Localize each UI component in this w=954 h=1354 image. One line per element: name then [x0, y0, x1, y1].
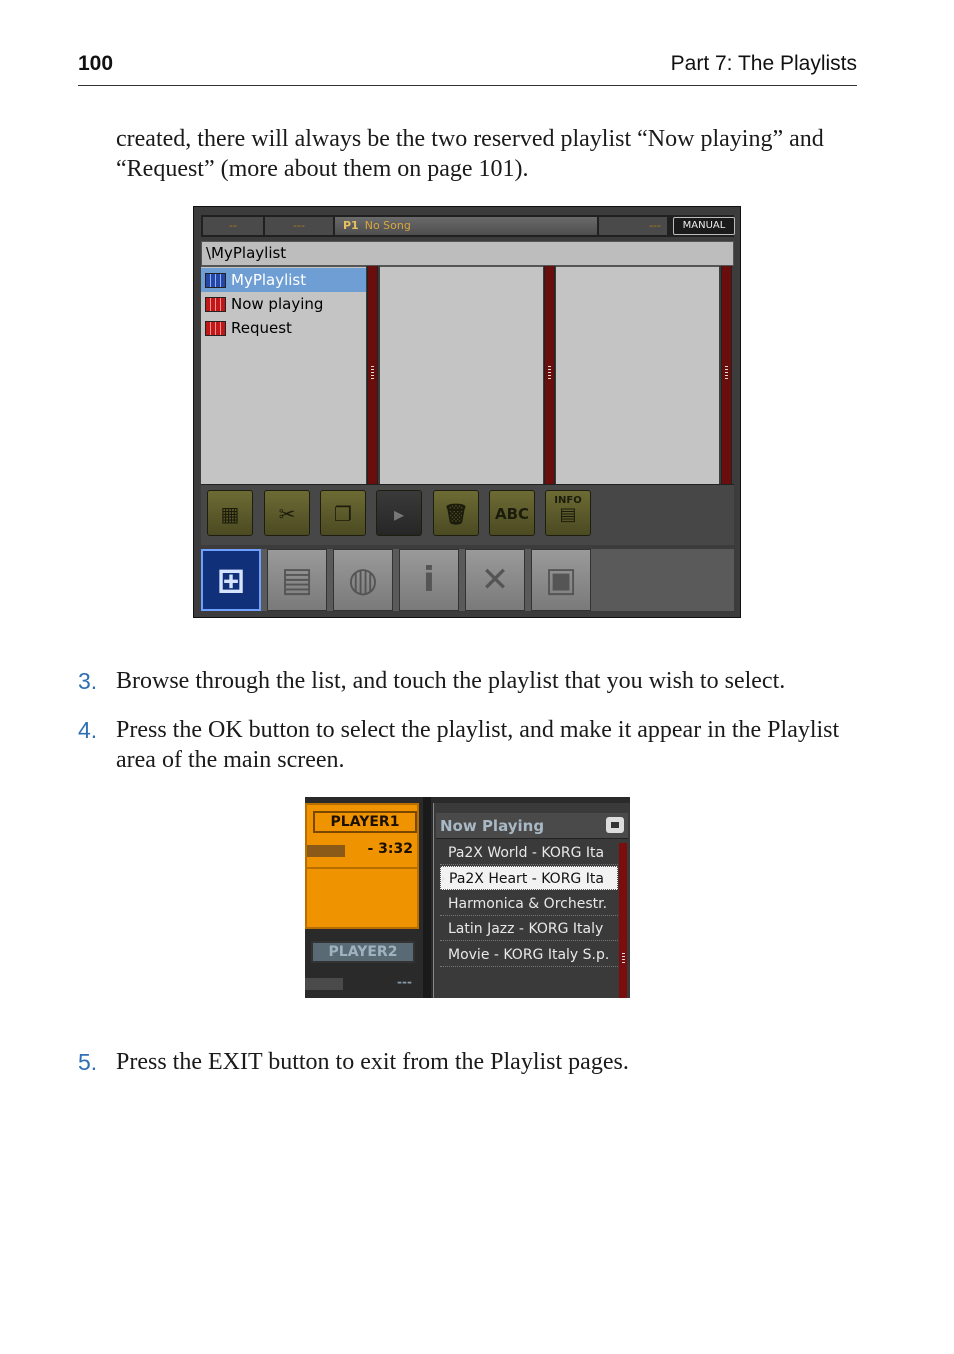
- step-text: Browse through the list, and touch the p…: [116, 668, 786, 694]
- scrollbar[interactable]: [619, 843, 627, 998]
- song-row[interactable]: Movie - KORG Italy S.p.: [440, 943, 618, 967]
- playlist-icon: [205, 273, 226, 288]
- step-number: 4.: [78, 717, 98, 743]
- list-pane-3: [556, 266, 719, 485]
- info-tab[interactable]: i: [399, 549, 459, 611]
- song-row[interactable]: Harmonica & Orchestr.: [440, 892, 618, 916]
- song-row[interactable]: Latin Jazz - KORG Italy: [440, 917, 618, 941]
- song-row[interactable]: Pa2X World - KORG Ita: [440, 841, 618, 865]
- paste-button[interactable]: ▸: [376, 490, 422, 536]
- new-playlist-button[interactable]: ▦: [207, 490, 253, 536]
- scrollbar[interactable]: [721, 266, 732, 484]
- delete-button[interactable]: 🗑: [433, 490, 479, 536]
- step-text: Press the EXIT button to exit from the P…: [116, 1049, 629, 1075]
- now-playing-panel: Now Playing Pa2X World - KORG Ita › Pa2X …: [433, 803, 630, 998]
- player1-time: - 3:32: [367, 841, 413, 857]
- current-song: P1 No Song: [335, 217, 597, 235]
- selection-arrow-icon: ›: [441, 872, 446, 885]
- playlist-screen: -- --- P1 No Song --- MANUAL \MyPlaylist …: [193, 206, 741, 618]
- rename-button[interactable]: ABC: [489, 490, 535, 536]
- list-icon: ▤: [280, 560, 314, 600]
- list-item[interactable]: Now playing: [201, 292, 366, 316]
- step-number: 5.: [78, 1049, 98, 1075]
- status-bar: -- --- P1 No Song --- MANUAL: [201, 215, 735, 237]
- player2-label[interactable]: PLAYER2: [311, 941, 415, 963]
- page-nav-bar: ⊞ ▤ ◍ i ✕ ▣: [201, 549, 734, 611]
- status-seg-right: ---: [599, 217, 667, 235]
- now-playing-header: Now Playing: [436, 813, 628, 839]
- manual-mode-button[interactable]: MANUAL: [673, 217, 735, 235]
- copy-button[interactable]: ❐: [320, 490, 366, 536]
- song-name: No Song: [364, 219, 411, 232]
- song-row-selected[interactable]: › Pa2X Heart - KORG Ita: [440, 866, 618, 890]
- info-button[interactable]: INFO ▤: [545, 490, 591, 536]
- scrollbar[interactable]: [367, 266, 378, 484]
- section-title: Part 7: The Playlists: [670, 52, 857, 75]
- tools-tab[interactable]: ✕: [465, 549, 525, 611]
- player1-label[interactable]: PLAYER1: [313, 811, 417, 833]
- song-title: Pa2X Heart - KORG Ita: [449, 871, 604, 887]
- player1-divider: [307, 867, 417, 869]
- status-seg-a: --: [203, 217, 263, 235]
- tools-icon: ✕: [480, 560, 510, 600]
- trash-icon: 🗑: [443, 502, 469, 526]
- panel-divider: [423, 797, 431, 998]
- scrollbar[interactable]: [544, 266, 555, 484]
- status-seg-b: ---: [265, 217, 333, 235]
- player2-time: ---: [397, 975, 412, 989]
- list-item-label: Now playing: [231, 295, 324, 313]
- player-id: P1: [343, 219, 359, 232]
- playlist-tree-icon: ⊞: [216, 561, 246, 601]
- globe-tab[interactable]: ◍: [333, 549, 393, 611]
- list-pane-2: [380, 266, 543, 485]
- list-item[interactable]: MyPlaylist: [201, 268, 366, 292]
- scissors-icon: ✂: [278, 502, 296, 526]
- playlist-icon: [205, 321, 226, 336]
- info-icon: i: [423, 560, 435, 600]
- list-icon: ▤: [559, 504, 577, 525]
- step-number: 3.: [78, 668, 98, 694]
- page-number: 100: [78, 52, 114, 75]
- menu-icon[interactable]: [606, 817, 624, 833]
- paste-icon: ▸: [393, 502, 405, 526]
- list-item-label: Request: [231, 319, 292, 337]
- header-rule: [78, 85, 857, 86]
- playlist-icon: [205, 297, 226, 312]
- main-screen-playlist-area: PLAYER1 - 3:32 PLAYER2 --- Now Playing P…: [305, 797, 630, 998]
- player1-progress: [307, 845, 345, 857]
- path-bar: \MyPlaylist: [201, 241, 734, 266]
- list-pane-1: MyPlaylist Now playing Request: [201, 266, 366, 485]
- abc-label: ABC: [494, 505, 530, 523]
- list-item-label: MyPlaylist: [231, 271, 307, 289]
- save-tab[interactable]: ▣: [531, 549, 591, 611]
- player1-panel: PLAYER1 - 3:32: [305, 803, 419, 929]
- playlist-tab[interactable]: ⊞: [201, 549, 261, 611]
- globe-icon: ◍: [348, 560, 378, 600]
- floppy-icon: ▣: [544, 560, 578, 600]
- cut-button[interactable]: ✂: [264, 490, 310, 536]
- new-folder-icon: ▦: [220, 502, 240, 526]
- action-toolbar: ▦ ✂ ❐ ▸ 🗑 ABC INFO ▤: [201, 484, 734, 545]
- song-list-tab[interactable]: ▤: [267, 549, 327, 611]
- now-playing-title: Now Playing: [440, 817, 545, 835]
- intro-paragraph: created, there will always be the two re…: [116, 126, 824, 182]
- step-text: Press the OK button to select the playli…: [116, 717, 840, 773]
- copy-icon: ❐: [334, 502, 352, 526]
- list-item[interactable]: Request: [201, 316, 366, 340]
- player2-progress: [305, 978, 343, 990]
